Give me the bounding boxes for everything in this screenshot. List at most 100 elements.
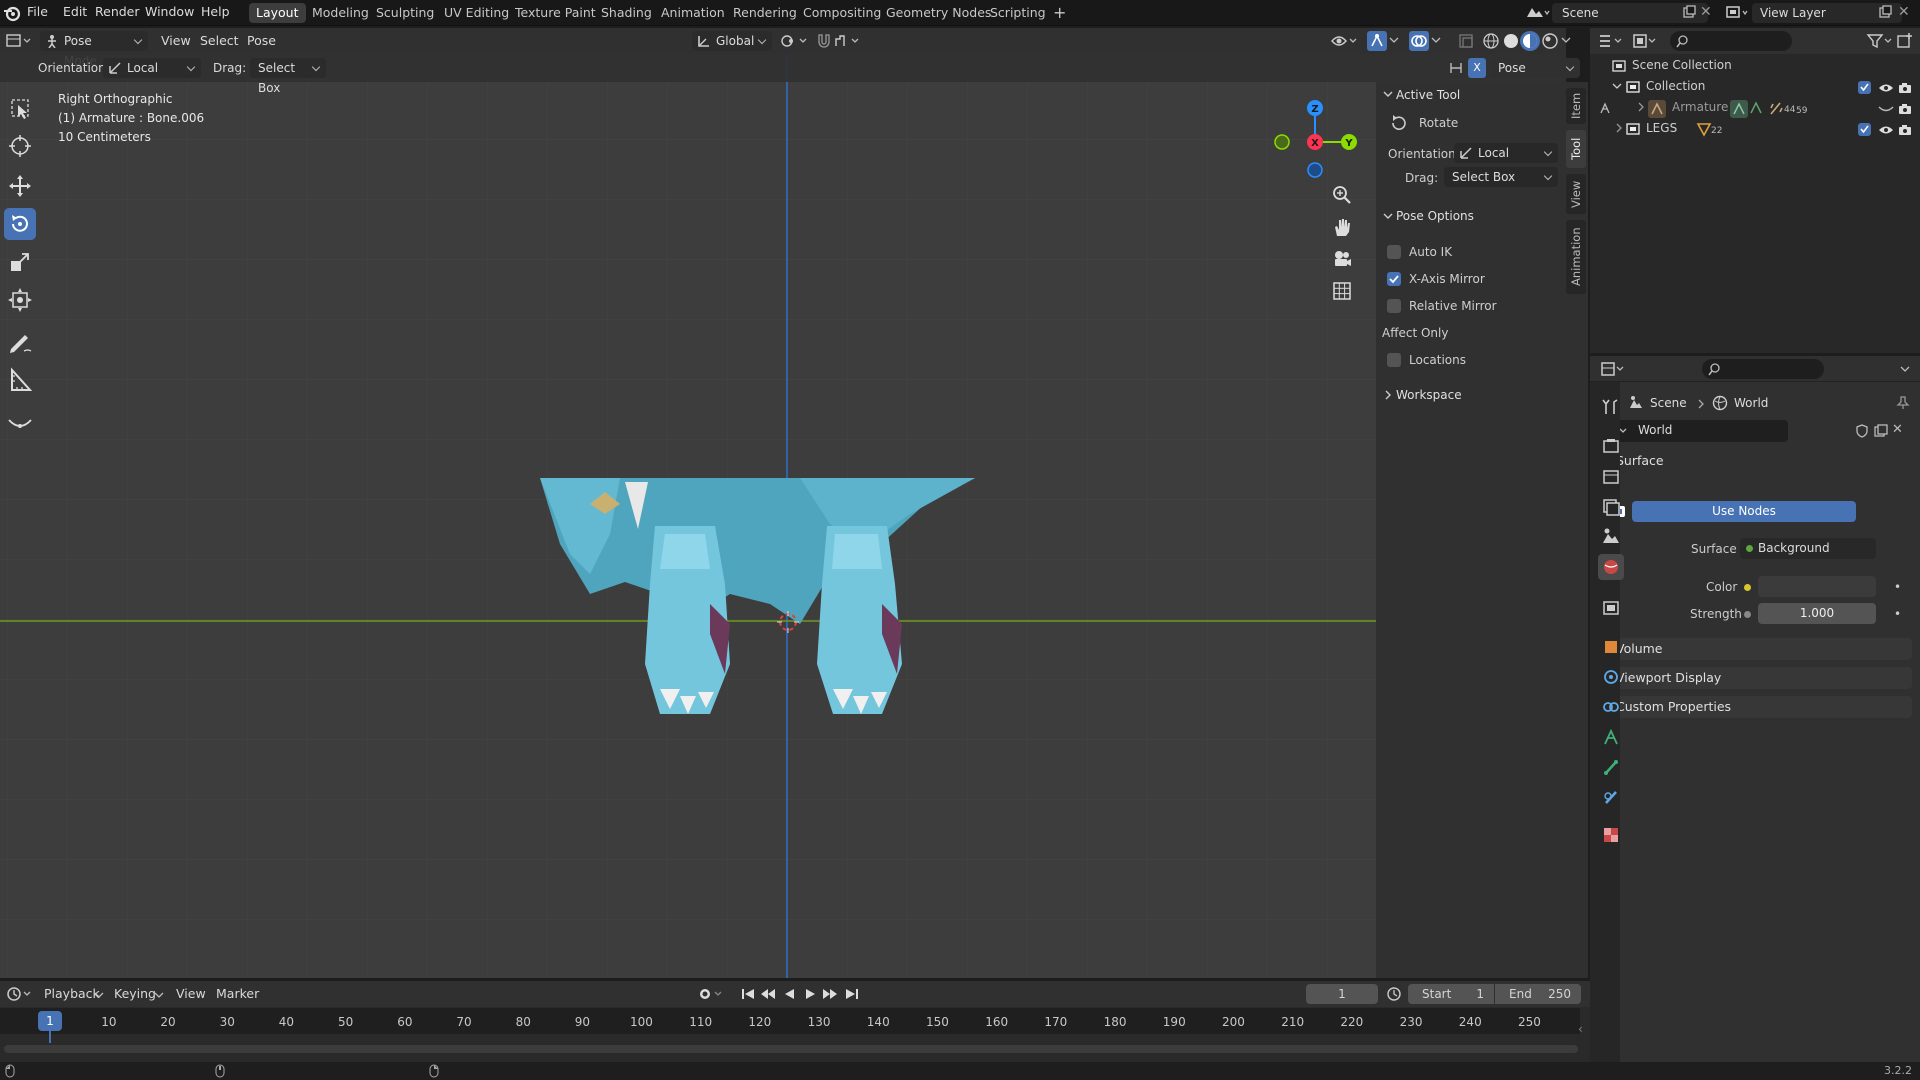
legs-exclude-checkbox[interactable] bbox=[1858, 123, 1871, 136]
use-nodes-button[interactable]: Use Nodes bbox=[1632, 501, 1856, 522]
play-icon[interactable] bbox=[802, 986, 818, 1002]
armature-data-tab-icon[interactable] bbox=[1598, 724, 1624, 750]
workspace-heading[interactable]: Workspace bbox=[1396, 388, 1462, 402]
jump-to-end-icon[interactable] bbox=[844, 986, 860, 1002]
xray-toggle-icon[interactable] bbox=[1458, 33, 1474, 49]
active-tool-heading[interactable]: Active Tool bbox=[1396, 88, 1460, 102]
surface-shader-field[interactable]: Background bbox=[1740, 538, 1876, 559]
world-properties-tab-icon[interactable] bbox=[1598, 554, 1624, 580]
timeline-collapse-arrow-icon[interactable]: ‹ bbox=[1578, 1022, 1583, 1036]
x-mirror-toggle[interactable]: X bbox=[1468, 58, 1486, 78]
select-box-tool-icon[interactable] bbox=[4, 92, 36, 124]
pan-hand-icon[interactable] bbox=[1331, 216, 1353, 238]
jump-to-start-icon[interactable] bbox=[740, 986, 756, 1002]
tab-layout[interactable]: Layout bbox=[249, 3, 306, 23]
volume-section[interactable]: Volume bbox=[1598, 638, 1912, 660]
collection-exclude-checkbox[interactable] bbox=[1858, 81, 1871, 94]
duplicate-world-icon[interactable] bbox=[1874, 424, 1888, 438]
measure-tool-icon[interactable] bbox=[4, 364, 36, 396]
pin-icon[interactable] bbox=[1896, 396, 1910, 410]
physics-properties-tab-icon[interactable] bbox=[1598, 664, 1624, 690]
collection-properties-tab-icon[interactable] bbox=[1598, 595, 1624, 621]
end-frame-field[interactable]: End 250 bbox=[1495, 984, 1581, 1004]
copy-view-layer-icon[interactable] bbox=[1878, 5, 1892, 19]
timeline-playhead[interactable]: 1 bbox=[38, 1011, 62, 1031]
navigation-gizmo[interactable]: Z X Y bbox=[1270, 92, 1370, 192]
timeline-scrollbar[interactable] bbox=[4, 1045, 1578, 1053]
shading-wireframe-icon[interactable] bbox=[1482, 32, 1500, 50]
tab-animation[interactable]: Animation bbox=[654, 3, 732, 23]
tab-shading[interactable]: Shading bbox=[594, 3, 659, 23]
shading-dropdown-arrow[interactable] bbox=[1561, 35, 1571, 45]
tab-geometry-nodes[interactable]: Geometry Nodes bbox=[879, 3, 998, 23]
perspective-toggle-icon[interactable] bbox=[1331, 280, 1353, 302]
timeline-menu-marker[interactable]: Marker bbox=[216, 986, 259, 1001]
object-properties-tab-icon[interactable] bbox=[1598, 634, 1624, 660]
scene-properties-tab-icon[interactable] bbox=[1598, 524, 1624, 550]
transform-orientation-dropdown[interactable]: Global bbox=[692, 31, 772, 51]
shading-material-icon[interactable] bbox=[1520, 31, 1540, 51]
tab-texture-paint[interactable]: Texture Paint bbox=[508, 3, 603, 23]
drag-dropdown[interactable]: Select Box bbox=[250, 58, 326, 95]
relative-mirror-checkbox[interactable] bbox=[1387, 299, 1401, 313]
rotate-tool-icon[interactable] bbox=[4, 208, 36, 240]
color-keyframe-dot-icon[interactable]: • bbox=[1894, 580, 1901, 594]
tab-animation-sidebar[interactable]: Animation bbox=[1566, 220, 1586, 294]
fake-user-shield-icon[interactable] bbox=[1855, 424, 1869, 438]
props-options-arrow[interactable] bbox=[1900, 364, 1910, 374]
x-axis-mirror-checkbox[interactable] bbox=[1387, 272, 1401, 286]
scene-collection-row[interactable]: Scene Collection bbox=[1612, 57, 1912, 77]
preview-range-clock-icon[interactable] bbox=[1386, 986, 1402, 1002]
timeline-menu-view[interactable]: View bbox=[176, 986, 206, 1001]
copy-scene-icon[interactable] bbox=[1682, 5, 1696, 19]
tab-uv-editing[interactable]: UV Editing bbox=[437, 3, 516, 23]
annotate-tool-icon[interactable] bbox=[4, 326, 36, 358]
gizmo-dropdown-arrow[interactable] bbox=[1389, 35, 1399, 45]
outliner-search-input[interactable] bbox=[1670, 31, 1792, 51]
np-drag-dropdown[interactable]: Select Box bbox=[1444, 167, 1558, 187]
bone-properties-tab-icon[interactable] bbox=[1598, 754, 1624, 780]
pose-mirror-icon[interactable] bbox=[1448, 60, 1464, 76]
editor-type-icon[interactable] bbox=[6, 32, 34, 50]
shading-solid-icon[interactable] bbox=[1502, 32, 1520, 50]
np-orientation-dropdown[interactable]: Local bbox=[1454, 143, 1558, 163]
tool-orientation-dropdown[interactable]: Local bbox=[103, 58, 201, 78]
strength-keyframe-dot-icon[interactable]: • bbox=[1894, 607, 1901, 621]
add-workspace-button[interactable]: + bbox=[1046, 3, 1073, 23]
collection-row[interactable]: Collection bbox=[1612, 78, 1912, 98]
view-layer-icon[interactable] bbox=[1724, 3, 1750, 23]
tab-item[interactable]: Item bbox=[1566, 88, 1586, 124]
tab-modeling[interactable]: Modeling bbox=[305, 3, 376, 23]
tab-scripting[interactable]: Scripting bbox=[983, 3, 1053, 23]
menu-file[interactable]: File bbox=[23, 4, 52, 19]
menu-window[interactable]: Window bbox=[141, 4, 198, 19]
jump-to-keyframe-forward-icon[interactable] bbox=[822, 986, 838, 1002]
view-layer-properties-tab-icon[interactable] bbox=[1598, 494, 1624, 520]
timeline-editor-type-icon[interactable] bbox=[6, 985, 34, 1003]
legs-row[interactable]: LEGS 22 bbox=[1612, 120, 1912, 140]
new-collection-icon[interactable] bbox=[1896, 32, 1914, 50]
snap-icon[interactable] bbox=[816, 33, 832, 49]
pose-options-dropdown[interactable]: Pose Options bbox=[1490, 58, 1580, 95]
snap-target-icon[interactable] bbox=[834, 33, 864, 49]
tab-view[interactable]: View bbox=[1566, 174, 1586, 214]
jump-to-keyframe-back-icon[interactable] bbox=[760, 986, 776, 1002]
tab-tool[interactable]: Tool bbox=[1566, 130, 1586, 168]
outliner-editor-type-icon[interactable] bbox=[1598, 32, 1626, 50]
pivot-point-icon[interactable] bbox=[780, 33, 810, 49]
auto-keying-record-icon[interactable] bbox=[698, 986, 726, 1002]
3d-viewport[interactable]: Right Orthographic (1) Armature : Bone.0… bbox=[0, 54, 1566, 978]
scene-selector-icon[interactable] bbox=[1524, 3, 1550, 23]
auto-ik-checkbox[interactable] bbox=[1387, 245, 1401, 259]
pose-options-heading[interactable]: Pose Options bbox=[1396, 209, 1474, 223]
remove-scene-icon[interactable]: ✕ bbox=[1700, 4, 1712, 20]
zoom-icon[interactable] bbox=[1331, 184, 1353, 206]
bone-constraints-tab-icon[interactable] bbox=[1598, 784, 1624, 810]
menu-render[interactable]: Render bbox=[91, 4, 144, 19]
shading-rendered-icon[interactable] bbox=[1541, 32, 1559, 50]
armature-legs-model[interactable] bbox=[530, 464, 990, 724]
tab-compositing[interactable]: Compositing bbox=[796, 3, 888, 23]
remove-view-layer-icon[interactable]: ✕ bbox=[1898, 4, 1910, 20]
menu-view[interactable]: View bbox=[161, 33, 191, 48]
camera-view-icon[interactable] bbox=[1331, 248, 1353, 270]
